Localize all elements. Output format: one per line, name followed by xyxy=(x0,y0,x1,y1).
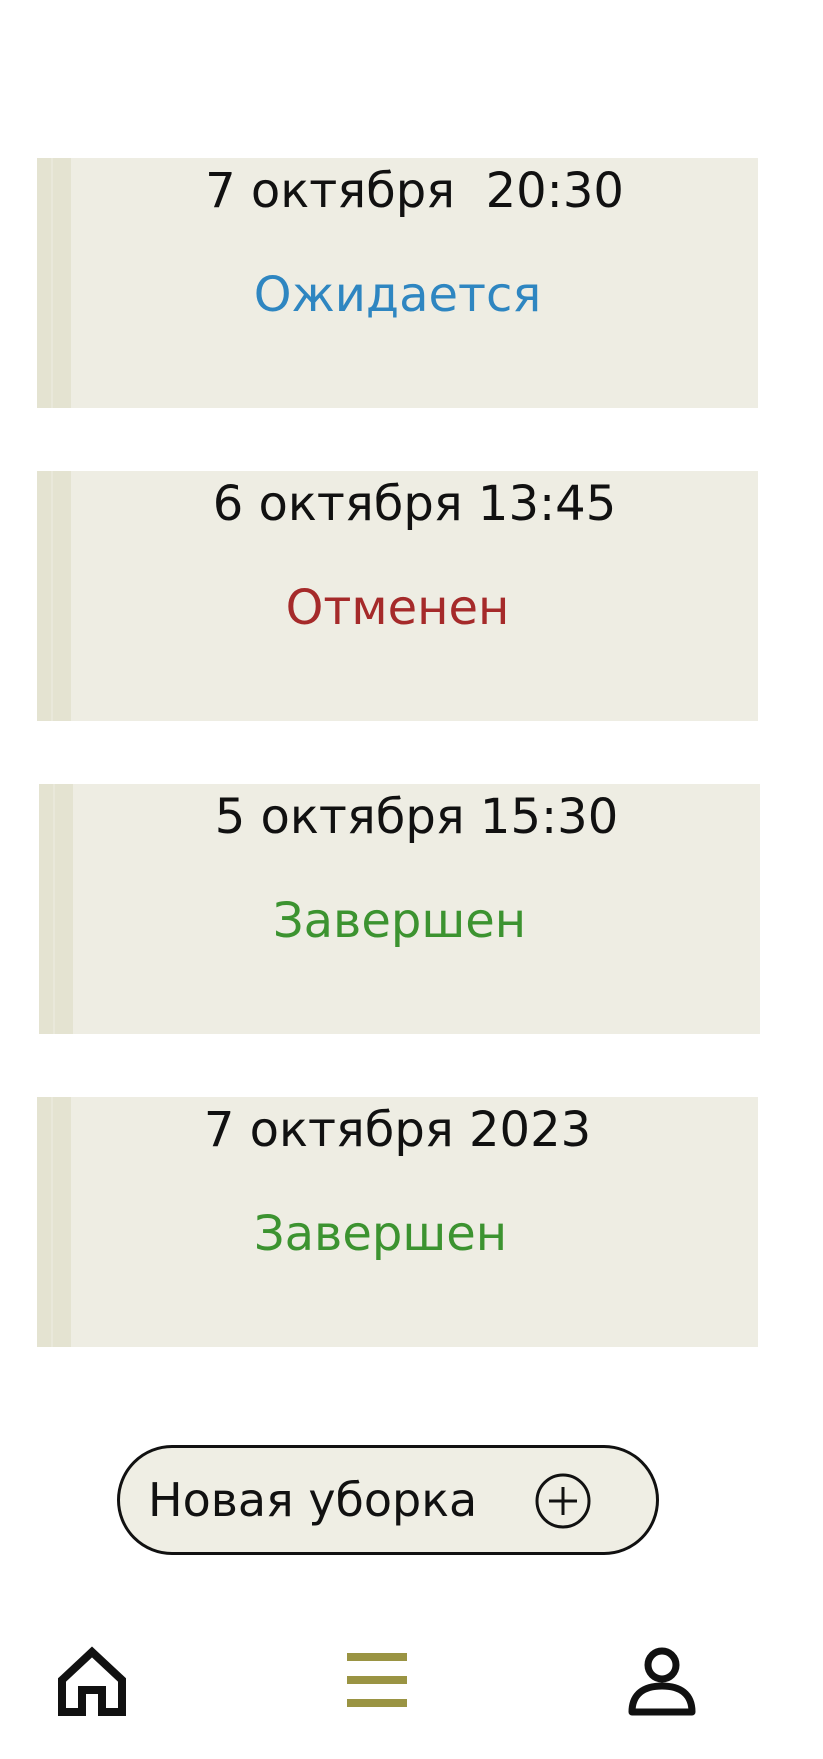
bottom-nav xyxy=(0,1640,823,1740)
order-date: 6 октября 13:45 xyxy=(212,476,617,532)
order-card[interactable]: 7 октября 20:30 Ожидается xyxy=(37,158,758,408)
order-status: Ожидается xyxy=(253,267,542,323)
home-icon xyxy=(52,1640,132,1720)
profile-icon xyxy=(622,1640,702,1720)
nav-profile[interactable] xyxy=(622,1640,702,1720)
order-card[interactable]: 5 октября 15:30 Завершен xyxy=(39,784,760,1034)
menu-icon xyxy=(337,1640,417,1720)
nav-menu[interactable] xyxy=(337,1640,417,1720)
order-status: Отменен xyxy=(285,580,510,636)
plus-circle-icon xyxy=(534,1472,592,1530)
new-cleaning-button-label: Новая уборка xyxy=(148,1473,478,1527)
new-cleaning-button[interactable]: Новая уборка xyxy=(117,1445,659,1555)
order-date: 7 октября 20:30 xyxy=(205,163,624,219)
order-card[interactable]: 6 октября 13:45 Отменен xyxy=(37,471,758,721)
order-card[interactable]: 7 октября 2023 Завершен xyxy=(37,1097,758,1347)
order-date: 7 октября 2023 xyxy=(203,1102,592,1158)
nav-home[interactable] xyxy=(52,1640,132,1720)
order-status: Завершен xyxy=(253,1206,508,1262)
order-date: 5 октября 15:30 xyxy=(214,789,619,845)
order-status: Завершен xyxy=(272,893,527,949)
